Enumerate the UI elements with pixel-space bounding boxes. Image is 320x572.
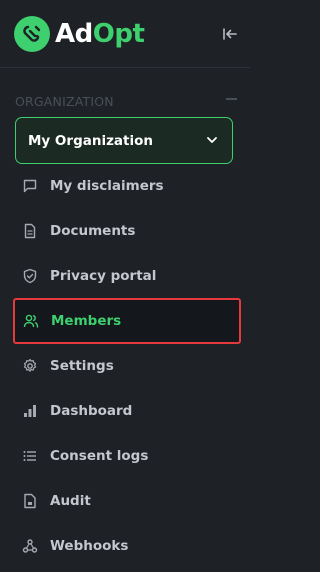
sidebar: AdOpt ORGANIZATION My Organization My di…: [0, 0, 250, 572]
nav-item-consent-logs[interactable]: Consent logs: [14, 435, 240, 477]
webhooks-icon: [22, 538, 38, 554]
nav-item-label: Consent logs: [50, 448, 149, 464]
brand-name-part2: Opt: [92, 18, 145, 49]
chevron-down-icon: [207, 137, 217, 143]
nav-item-label: Documents: [50, 223, 136, 239]
shield-check-icon: [22, 268, 38, 284]
nav-item-label: Privacy portal: [50, 268, 157, 284]
nav-item-label: Audit: [50, 493, 91, 509]
list-icon: [22, 448, 38, 464]
sidebar-header: AdOpt: [0, 0, 250, 68]
message-square-icon: [22, 178, 38, 194]
bar-chart-icon: [22, 403, 38, 419]
nav-item-settings[interactable]: Settings: [14, 345, 240, 387]
document-icon: [22, 223, 38, 239]
nav-item-label: My disclaimers: [50, 178, 164, 194]
adopt-logo-icon: [14, 15, 50, 52]
nav-item-members[interactable]: Members: [13, 298, 241, 344]
users-icon: [23, 313, 39, 329]
nav-item-label: Members: [51, 313, 122, 329]
nav-item-audit[interactable]: Audit: [14, 480, 240, 522]
collapse-section-minus-icon[interactable]: [226, 98, 237, 100]
nav-item-my-disclaimers[interactable]: My disclaimers: [14, 165, 240, 207]
nav-item-privacy-portal[interactable]: Privacy portal: [14, 255, 240, 297]
organization-section-header[interactable]: ORGANIZATION: [0, 68, 250, 112]
collapse-left-icon: [223, 28, 237, 40]
nav-item-documents[interactable]: Documents: [14, 210, 240, 252]
brand-name-part1: Ad: [55, 18, 93, 49]
audit-file-icon: [22, 493, 38, 509]
section-title: ORGANIZATION: [15, 94, 114, 109]
nav-item-label: Dashboard: [50, 403, 133, 419]
nav-item-dashboard[interactable]: Dashboard: [14, 390, 240, 432]
brand-name: AdOpt: [55, 18, 145, 49]
nav-item-webhooks[interactable]: Webhooks: [14, 525, 240, 567]
organization-select[interactable]: My Organization: [15, 117, 233, 164]
nav-item-label: Settings: [50, 358, 114, 374]
gear-icon: [22, 358, 38, 374]
collapse-sidebar-button[interactable]: [219, 23, 241, 45]
nav-item-label: Webhooks: [50, 538, 129, 554]
organization-select-value: My Organization: [28, 132, 154, 149]
